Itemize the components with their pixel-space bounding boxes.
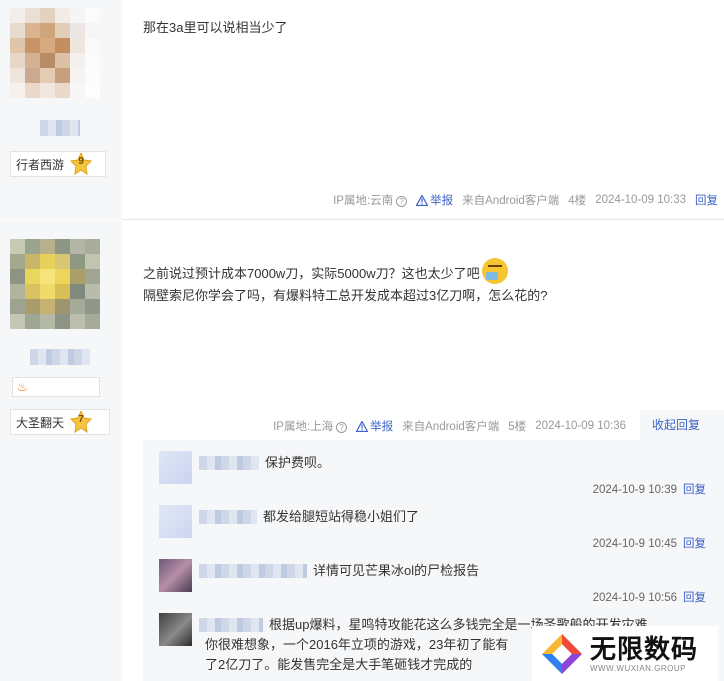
badge-level: 7 [78, 414, 84, 425]
sub-reply: 详情可见芒果冰ol的尸检报告 2024-10-9 10:56 回复 [159, 559, 719, 605]
watermark-logo-icon [540, 632, 584, 676]
author-sidebar: 行者西游 9 [0, 0, 122, 220]
post-time: 2024-10-09 10:33 [595, 194, 686, 206]
reply-link[interactable]: 回复 [695, 192, 718, 208]
help-icon[interactable]: ? [396, 196, 408, 207]
sub-reply-text-line: 你很难想象，一个2016年立项的游戏，23年初了能有 [205, 637, 509, 652]
post-meta: IP属地:云南? 举报 来自Android客户端 4楼 2024-10-09 1… [324, 192, 718, 208]
badge-level: 9 [78, 156, 84, 167]
level-badge[interactable]: 行者西游 9 [10, 151, 106, 177]
lungs-icon: ♨ [17, 380, 28, 394]
floor-number: 4楼 [568, 195, 587, 207]
post-floor-5: ♨ 大圣翻天 7 之前说过预计成本7000w刀，实际5000w刀？这也太少了吧 … [0, 221, 724, 681]
sub-reply: 保护费呗。 2024-10-9 10:39 回复 [159, 451, 719, 497]
sub-reply-avatar[interactable] [159, 505, 192, 538]
post-meta: IP属地:上海? 举报 来自Android客户端 5楼 2024-10-09 1… [264, 418, 626, 434]
sub-reply-text: 保护费呗。 [265, 455, 331, 470]
level-star-icon: 9 [70, 153, 93, 175]
sub-reply-username[interactable] [199, 510, 257, 524]
sub-reply-reply-link[interactable]: 回复 [683, 592, 706, 604]
ip-location: IP属地:云南? [333, 192, 408, 208]
post-text-line: 之前说过预计成本7000w刀，实际5000w刀？这也太少了吧 [143, 258, 547, 285]
username[interactable] [30, 349, 90, 365]
ip-location: IP属地:上海? [273, 418, 348, 434]
avatar[interactable] [10, 8, 100, 98]
sub-reply-avatar[interactable] [159, 613, 192, 646]
client-source[interactable]: 来自Android客户端 [462, 192, 559, 208]
post-time: 2024-10-09 10:36 [535, 420, 626, 432]
sub-reply-avatar[interactable] [159, 559, 192, 592]
sub-reply: 都发给腿短站得稳小姐们了 2024-10-9 10:45 回复 [159, 505, 719, 551]
author-sidebar: ♨ 大圣翻天 7 [0, 221, 122, 681]
report-link[interactable]: 举报 [356, 418, 393, 434]
sub-reply-username[interactable] [199, 564, 307, 578]
site-watermark: 无限数码 WWW.WUXIAN.GROUP [532, 626, 718, 681]
sub-reply-text-line: 了2亿刀了。能发售完全是大手笔砸钱才完成的 [205, 657, 473, 672]
sub-reply-meta: 2024-10-9 10:45 回复 [592, 538, 706, 550]
avatar[interactable] [10, 239, 100, 329]
level-badge[interactable]: 大圣翻天 7 [10, 409, 110, 435]
floor-number: 5楼 [508, 421, 527, 433]
fan-badge[interactable]: ♨ [12, 377, 100, 397]
post-content: 之前说过预计成本7000w刀，实际5000w刀？这也太少了吧 隔壁索尼你学会了吗… [143, 258, 547, 307]
warning-icon [356, 420, 369, 432]
post-text-line: 隔壁索尼你学会了吗，有爆料特工总开发成本超过3亿刀啊，怎么花的? [143, 288, 548, 303]
level-star-icon: 7 [70, 411, 93, 433]
watermark-brand: 无限数码 [590, 634, 699, 664]
sub-reply-text: 详情可见芒果冰ol的尸检报告 [313, 563, 480, 578]
sub-reply-reply-link[interactable]: 回复 [683, 484, 706, 496]
post-floor-4: 行者西游 9 那在3a里可以说相当少了 IP属地:云南? 举报 来自Androi… [0, 0, 724, 220]
sub-reply-text: 都发给腿短站得稳小姐们了 [263, 509, 420, 524]
post-content: 那在3a里可以说相当少了 [143, 17, 287, 39]
sick-face-emoji-icon [481, 258, 508, 284]
client-source[interactable]: 来自Android客户端 [402, 418, 499, 434]
watermark-url: WWW.WUXIAN.GROUP [590, 664, 686, 673]
sub-reply-username[interactable] [199, 456, 259, 470]
warning-icon [416, 194, 429, 206]
post-text-line: 那在3a里可以说相当少了 [143, 20, 288, 35]
sub-reply-username[interactable] [199, 618, 263, 632]
collapse-replies-button[interactable]: 收起回复 [640, 410, 724, 440]
sub-reply-reply-link[interactable]: 回复 [683, 538, 706, 550]
report-link[interactable]: 举报 [416, 192, 453, 208]
sub-reply-avatar[interactable] [159, 451, 192, 484]
sub-reply-meta: 2024-10-9 10:56 回复 [592, 592, 706, 604]
sub-reply-meta: 2024-10-9 10:39 回复 [592, 484, 706, 496]
badge-title: 行者西游 [16, 157, 65, 172]
help-icon[interactable]: ? [336, 422, 348, 433]
badge-title: 大圣翻天 [16, 415, 65, 430]
username[interactable] [40, 120, 80, 136]
